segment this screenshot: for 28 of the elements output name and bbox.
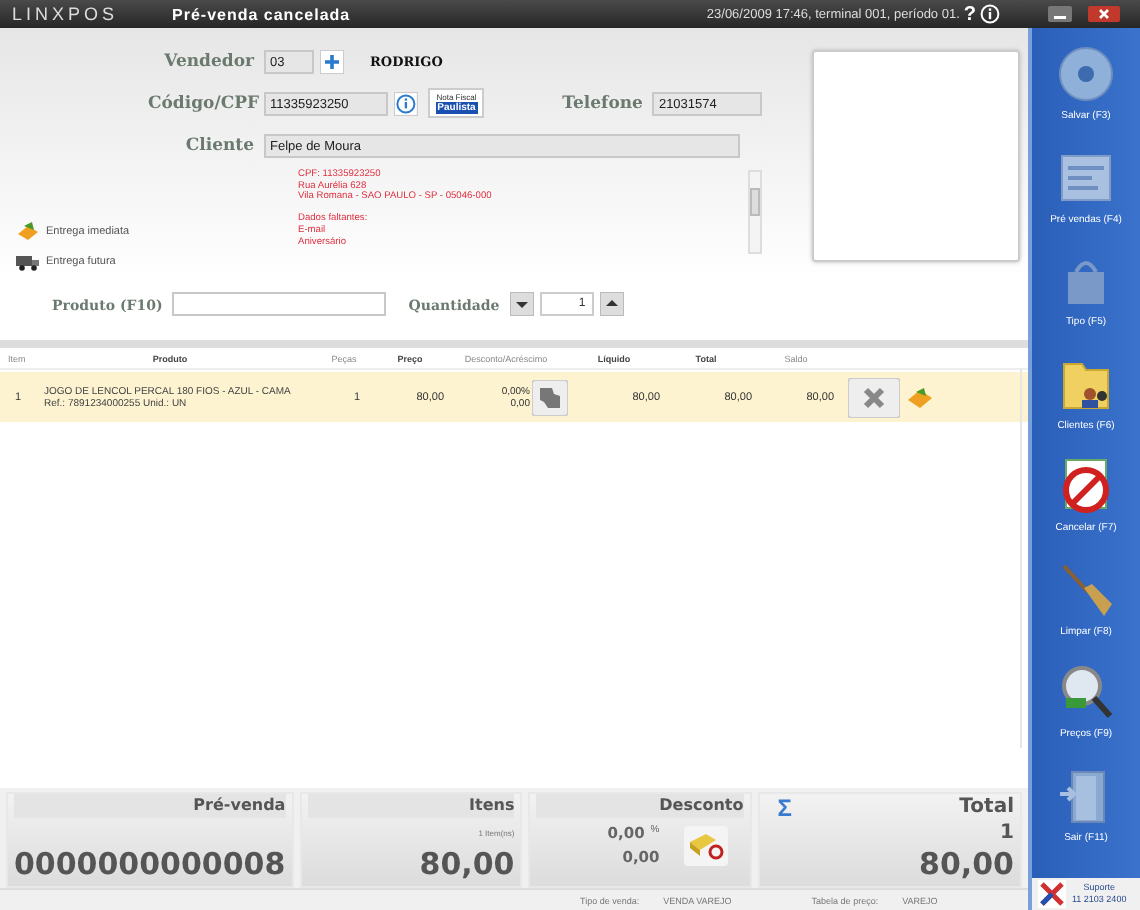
scrollbar[interactable]	[748, 170, 762, 254]
total-count: 1	[1000, 822, 1014, 844]
search-icon	[1056, 662, 1116, 723]
card-title: Itens	[307, 794, 515, 818]
items-value: 80,00	[419, 848, 515, 882]
delete-icon[interactable]	[848, 377, 900, 417]
help-button[interactable]: ?	[959, 3, 980, 25]
field-label: Vendedor	[162, 51, 254, 71]
minimize-icon[interactable]	[1048, 6, 1072, 22]
close-icon[interactable]	[1088, 6, 1120, 22]
pre-sale-number: 0000000000008	[14, 848, 286, 882]
increase-icon[interactable]	[599, 292, 624, 316]
sigma-icon: Σ	[765, 794, 792, 822]
total-value: 80,00	[919, 848, 1014, 882]
card-title: Desconto	[536, 794, 744, 818]
add-icon[interactable]	[320, 49, 344, 73]
disc-icon	[1056, 44, 1116, 105]
field-label: Cliente	[183, 135, 254, 155]
card-title: Pré-venda	[14, 794, 286, 818]
field-label: Telefone	[562, 93, 643, 113]
card-title: Total	[957, 794, 1014, 822]
app-name: LINXPOS	[12, 4, 121, 24]
product-field[interactable]	[172, 292, 387, 316]
field-label: Código/CPF	[148, 93, 254, 113]
decrease-icon[interactable]	[509, 292, 534, 316]
truck-icon	[16, 252, 40, 272]
window-title: Pré-venda cancelada	[172, 5, 353, 23]
logo-icon	[1038, 880, 1066, 908]
